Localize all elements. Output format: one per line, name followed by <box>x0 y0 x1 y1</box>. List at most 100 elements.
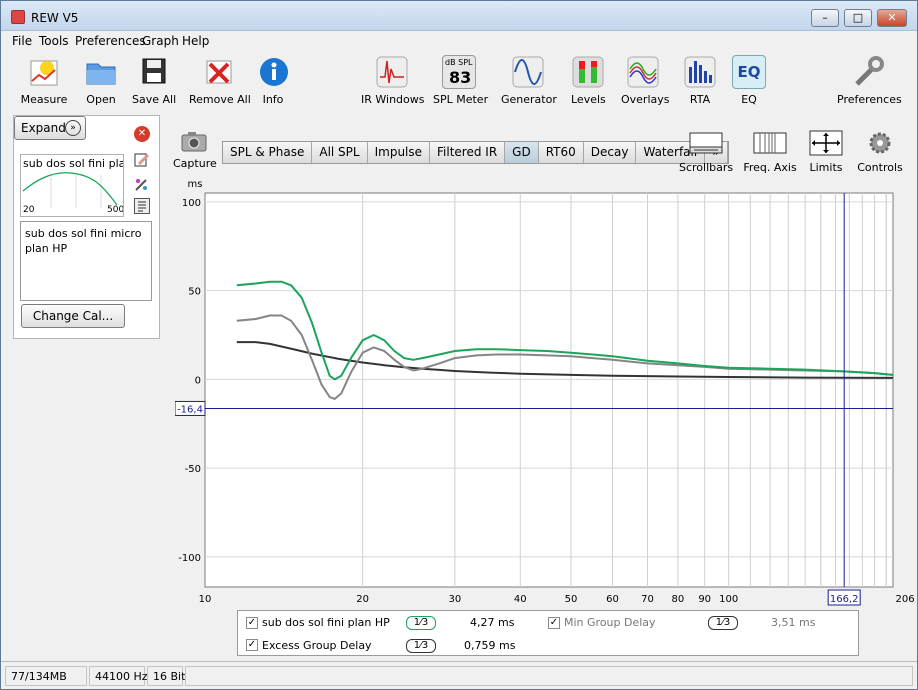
spl-meter-button[interactable]: dB SPL 83 SPL Meter <box>433 55 488 106</box>
expand-button[interactable]: Expand » <box>14 116 86 140</box>
minimize-button[interactable]: – <box>811 9 839 27</box>
limits-button[interactable]: Limits <box>805 129 847 174</box>
tab-rt60[interactable]: RT60 <box>538 142 584 163</box>
scrollbars-icon <box>689 132 723 154</box>
remove-icon <box>206 60 232 84</box>
remove-measurement-icon[interactable]: ✕ <box>134 126 150 142</box>
series-1-smoothing-button[interactable]: 1⁄3 <box>406 616 436 630</box>
menu-file[interactable]: File <box>12 34 32 48</box>
cursor-x-label: 166,2 <box>830 594 859 605</box>
scrollbars-button[interactable]: Scrollbars <box>679 129 733 174</box>
freq-axis-button[interactable]: Freq. Axis <box>743 129 797 174</box>
save-all-button[interactable]: Save All <box>132 55 176 106</box>
menu-tools[interactable]: Tools <box>39 34 69 48</box>
series-3-checkbox[interactable]: ✓ <box>246 639 258 651</box>
series-3-value: 0,759 ms <box>464 639 516 652</box>
y-tick-label: 100 <box>182 198 201 209</box>
menu-preferences[interactable]: Preferences <box>75 34 146 48</box>
plot-area <box>204 192 894 588</box>
series-2-smoothing-button[interactable]: 1⁄3 <box>708 616 738 630</box>
levels-button[interactable]: Levels <box>571 55 606 106</box>
spl-meter-icon: dB SPL 83 <box>442 55 476 89</box>
app-icon <box>11 10 25 24</box>
tab-impulse[interactable]: Impulse <box>367 142 431 163</box>
rta-icon <box>684 56 716 88</box>
y-tick-label: 0 <box>195 375 201 386</box>
memory-status: 77/134MB <box>5 666 87 686</box>
tab-all-spl[interactable]: All SPL <box>312 142 368 163</box>
gear-icon <box>869 132 891 154</box>
freq-axis-icon <box>753 132 787 154</box>
eq-button[interactable]: EQ EQ <box>732 55 766 106</box>
tab-decay[interactable]: Decay <box>583 142 637 163</box>
change-cal-button[interactable]: Change Cal... <box>21 304 125 328</box>
x-tick-label: 10 <box>199 594 212 605</box>
window-title: REW V5 <box>31 11 79 25</box>
expand-arrow-icon: » <box>65 120 81 136</box>
x-tick-label: 50 <box>565 594 578 605</box>
color-picker-icon[interactable] <box>134 176 150 192</box>
measurement-notes[interactable]: sub dos sol fini micro plan HP <box>20 221 152 301</box>
measurement-thumbnail[interactable]: sub dos sol fini plan 20 500 <box>20 154 124 217</box>
wrench-icon <box>855 56 884 86</box>
info-button[interactable]: Info <box>257 55 289 106</box>
measurement-panel: Expand » ✕ sub dos sol fini plan 20 500 … <box>13 115 160 339</box>
x-tick-label: 80 <box>672 594 685 605</box>
graph-tabs: SPL & Phase All SPL Impulse Filtered IR … <box>222 141 729 164</box>
capture-button[interactable]: Capture <box>173 129 217 170</box>
info-icon <box>260 58 288 86</box>
x-end-label: 206 Hz <box>895 594 915 605</box>
series-2-value: 3,51 ms <box>771 616 816 629</box>
series-3-smoothing-button[interactable]: 1⁄3 <box>406 639 436 653</box>
y-axis-unit: ms <box>188 179 203 190</box>
measure-icon <box>30 60 58 86</box>
chart-canvas[interactable]: 10 20 30 40 50 60 70 80 90 100 206 Hz 100 50 0 -50 -100… <box>174 173 918 609</box>
series-1-value: 4,27 ms <box>470 616 515 629</box>
generator-button[interactable]: Generator <box>501 55 557 106</box>
info-panel-icon[interactable] <box>134 198 150 214</box>
open-button[interactable]: Open <box>81 55 121 106</box>
close-button[interactable]: ✕ <box>877 9 907 27</box>
edit-notes-icon[interactable] <box>134 152 150 168</box>
x-tick-label: 90 <box>698 594 711 605</box>
remove-all-button[interactable]: Remove All <box>189 55 251 106</box>
eq-icon: EQ <box>732 55 766 89</box>
legend-panel: ✓ sub dos sol fini plan HP 1⁄3 4,27 ms ✓… <box>237 610 859 656</box>
series-1-checkbox[interactable]: ✓ <box>246 617 258 629</box>
y-tick-label: -50 <box>185 464 201 475</box>
overlays-icon <box>627 56 659 88</box>
levels-icon <box>572 56 604 88</box>
toolbar: Measure Open Save All Remove All Info IR… <box>1 51 917 113</box>
series-2-checkbox[interactable]: ✓ <box>548 617 560 629</box>
cursor-y-label: -16,4 <box>177 404 203 415</box>
preferences-button[interactable]: Preferences <box>837 55 902 106</box>
ir-windows-button[interactable]: IR Windows <box>361 55 425 106</box>
save-icon <box>142 58 166 84</box>
rta-button[interactable]: RTA <box>683 55 717 106</box>
controls-button[interactable]: Controls <box>857 129 903 174</box>
tab-gd[interactable]: GD <box>505 142 539 163</box>
x-tick-label: 40 <box>514 594 527 605</box>
folder-icon <box>86 63 116 85</box>
tab-spl-phase[interactable]: SPL & Phase <box>223 142 313 163</box>
series-1-name: sub dos sol fini plan HP <box>262 616 390 629</box>
tab-filtered-ir[interactable]: Filtered IR <box>430 142 506 163</box>
y-tick-label: 50 <box>188 287 201 298</box>
sample-rate-status: 44100 Hz <box>89 666 148 686</box>
x-tick-label: 70 <box>641 594 654 605</box>
status-bar: 77/134MB 44100 Hz 16 Bit <box>1 661 917 689</box>
limits-icon <box>809 130 843 156</box>
x-tick-label: 100 <box>719 594 738 605</box>
group-delay-chart[interactable]: 10 20 30 40 50 60 70 80 90 100 206 Hz 100 50 0 -50 -100… <box>174 173 918 609</box>
menu-graph[interactable]: Graph <box>142 34 179 48</box>
measure-button[interactable]: Measure <box>19 55 69 106</box>
bit-depth-status: 16 Bit <box>147 666 185 686</box>
title-bar: REW V5 – □ ✕ <box>1 1 917 31</box>
ir-windows-icon <box>376 56 408 88</box>
menu-help[interactable]: Help <box>182 34 209 48</box>
x-tick-label: 20 <box>356 594 369 605</box>
status-message <box>185 666 913 686</box>
overlays-button[interactable]: Overlays <box>621 55 670 106</box>
app-window: REW V5 – □ ✕ File Tools Preferences Grap… <box>0 0 918 690</box>
maximize-button[interactable]: □ <box>844 9 872 27</box>
